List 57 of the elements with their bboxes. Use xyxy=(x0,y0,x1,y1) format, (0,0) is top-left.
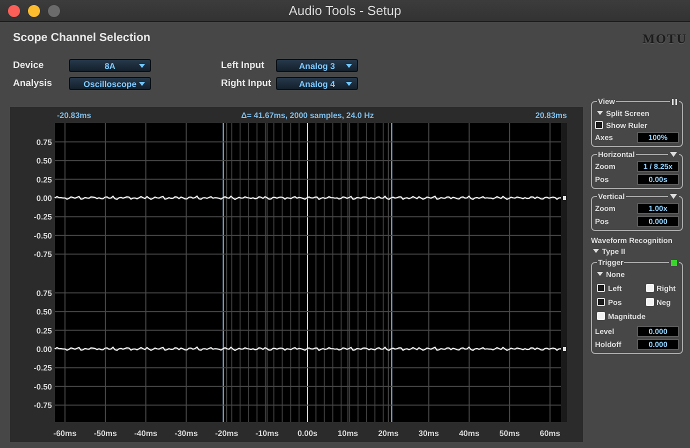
checkbox[interactable] xyxy=(597,284,605,292)
y-axis-label: -0.75 xyxy=(34,401,52,410)
checkbox[interactable] xyxy=(595,121,603,129)
pause-icon[interactable] xyxy=(672,98,677,104)
selector-label: Analysis xyxy=(13,78,54,89)
x-axis-label: 40ms xyxy=(458,429,480,438)
caret-icon xyxy=(346,82,352,86)
disclosure-icon[interactable] xyxy=(597,271,603,277)
caret-icon xyxy=(139,82,145,86)
x-axis-label: -30ms xyxy=(174,429,198,438)
menu-caret-icon[interactable] xyxy=(670,194,677,199)
y-axis-label: 0.00 xyxy=(36,194,52,203)
y-axis-label: 0.50 xyxy=(36,156,52,166)
y-axis-label: -0.50 xyxy=(34,382,52,392)
dropdown[interactable]: 8A xyxy=(69,59,151,72)
level-marker xyxy=(563,196,566,200)
selector-label: Right Input xyxy=(221,78,272,89)
disclosure-icon[interactable] xyxy=(593,248,599,254)
measurement-info: Δ= 41.67ms, 2000 samples, 24.0 Hz xyxy=(241,111,374,120)
cursor-time: 20.83ms xyxy=(535,111,567,120)
y-axis-label: 0.75 xyxy=(36,288,52,298)
x-axis-label: 60ms xyxy=(540,429,560,438)
x-axis-label: 0.00s xyxy=(297,429,318,438)
dropdown[interactable]: Oscilloscope xyxy=(69,77,151,90)
dropdown[interactable]: Analog 3 xyxy=(276,59,358,72)
y-axis-label: 0.50 xyxy=(36,308,52,317)
level-marker xyxy=(563,347,566,351)
y-axis-label: -0.75 xyxy=(34,250,52,260)
dropdown[interactable]: Analog 4 xyxy=(276,77,358,90)
minimize-button[interactable] xyxy=(28,4,40,16)
x-axis-label: 30ms xyxy=(418,429,439,438)
x-axis-label: -60ms xyxy=(53,429,77,438)
y-axis-label: 0.25 xyxy=(36,326,52,336)
menu-caret-icon[interactable] xyxy=(670,152,677,157)
selector-label: Device xyxy=(13,60,45,71)
x-axis-label: 10ms xyxy=(338,429,358,438)
x-axis-label: -50ms xyxy=(94,429,117,438)
y-axis-label: -0.25 xyxy=(34,364,52,373)
y-axis-label: 0.75 xyxy=(36,138,52,147)
x-axis-label: -20ms xyxy=(215,429,238,438)
x-axis-label: 50ms xyxy=(499,429,520,438)
section-title: Scope Channel Selection xyxy=(13,32,150,44)
checkbox[interactable] xyxy=(597,298,605,306)
y-axis-label: -0.25 xyxy=(34,212,52,222)
window-title: Audio Tools - Setup xyxy=(288,3,402,18)
x-axis-label: -10ms xyxy=(256,429,279,438)
y-axis-label: -0.50 xyxy=(34,231,52,240)
cursor-time: -20.83ms xyxy=(57,111,92,120)
caret-icon xyxy=(346,64,352,68)
x-axis-label: 20ms xyxy=(378,429,399,438)
y-axis-label: 0.00 xyxy=(36,345,52,354)
x-axis-label: -40ms xyxy=(134,429,158,438)
y-axis-label: 0.25 xyxy=(36,175,52,184)
close-button[interactable] xyxy=(8,4,20,16)
selector-label: Left Input xyxy=(221,60,266,71)
disclosure-icon[interactable] xyxy=(597,110,603,116)
caret-icon xyxy=(139,64,145,68)
